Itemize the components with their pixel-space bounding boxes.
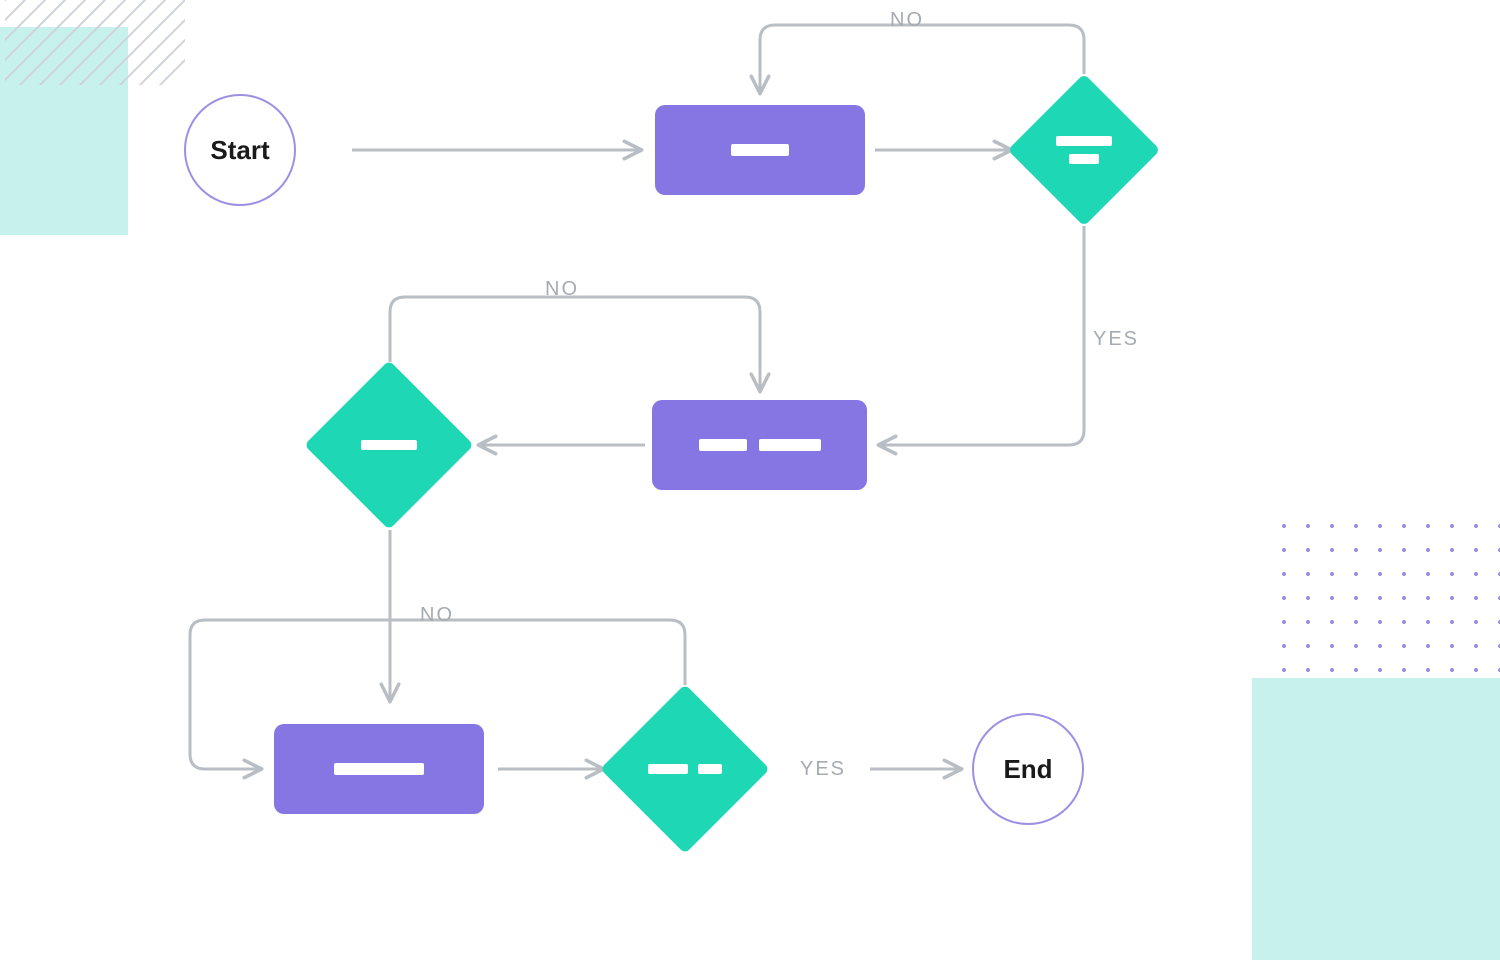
process-bar [334, 763, 424, 775]
process-1 [655, 105, 865, 195]
process-bar [731, 144, 789, 156]
decision-bar [1056, 136, 1112, 146]
process-bar [759, 439, 821, 451]
decorative-stripes-top-left [5, 0, 185, 85]
decision-bar [698, 764, 722, 774]
decision-2 [304, 360, 474, 530]
decision-3 [600, 684, 770, 854]
process-3 [274, 724, 484, 814]
edge-label-yes-3: YES [800, 758, 846, 781]
process-2 [652, 400, 867, 490]
terminator-end-label: End [1003, 754, 1052, 785]
decision-bar [361, 440, 417, 450]
terminator-start: Start [184, 94, 296, 206]
edge-label-no-2: NO [545, 278, 579, 301]
edge-label-no-1: NO [890, 9, 924, 32]
flowchart-canvas: NO YES NO NO YES Start [0, 0, 1500, 960]
terminator-end: End [972, 713, 1084, 825]
edge-label-no-3: NO [420, 604, 454, 627]
decision-bar [1069, 154, 1099, 164]
decorative-mint-bottom-right [1252, 678, 1500, 960]
edge-label-yes-1: YES [1093, 328, 1139, 351]
process-bar [699, 439, 747, 451]
terminator-start-label: Start [210, 135, 269, 166]
decision-1 [1008, 74, 1160, 226]
decision-bar [648, 764, 688, 774]
